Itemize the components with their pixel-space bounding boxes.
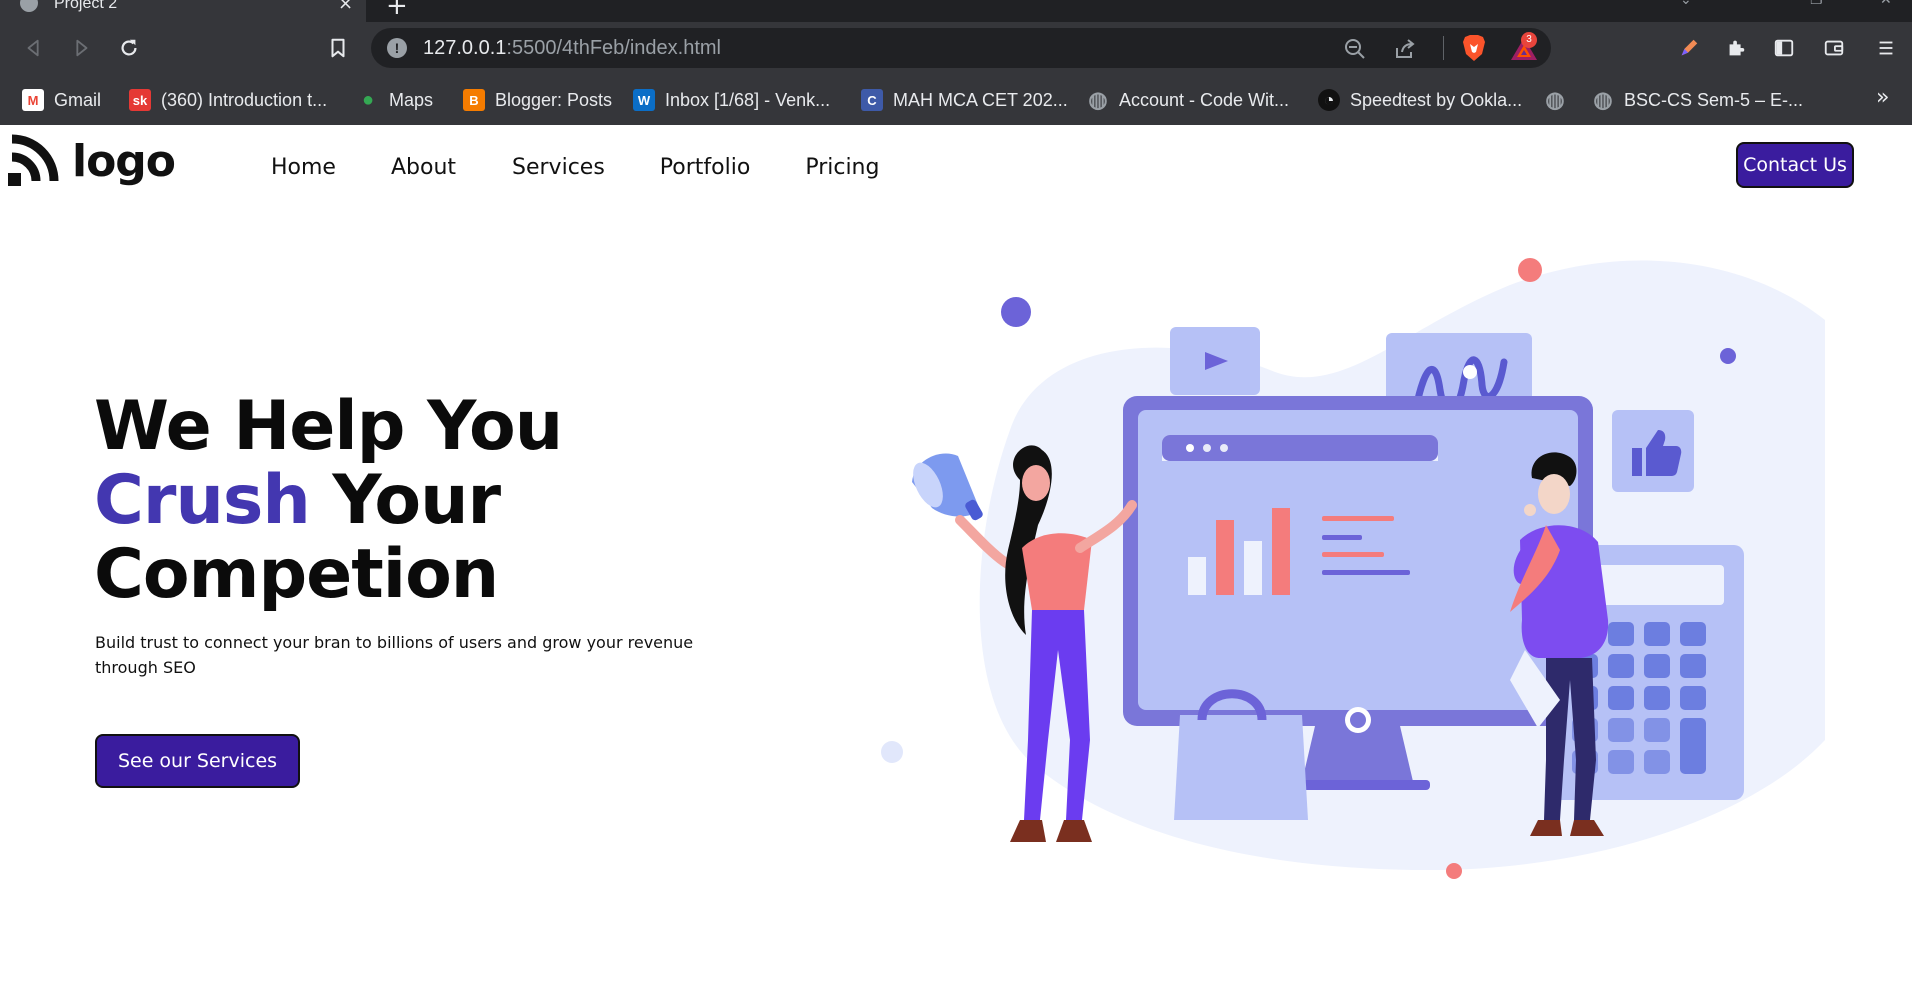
tab-close-icon[interactable]: × [338, 0, 353, 14]
nav-portfolio[interactable]: Portfolio [660, 155, 751, 180]
shopping-bag [1174, 715, 1308, 820]
nav-services[interactable]: Services [512, 155, 605, 180]
rewards-badge: 3 [1521, 32, 1537, 48]
back-icon[interactable] [20, 34, 48, 62]
hero-title-line1: We Help You [94, 387, 563, 466]
window-dot [1220, 444, 1228, 452]
reload-icon[interactable] [115, 34, 143, 62]
tab-strip: Project 2 × + ⌄ ❐ ✕ [0, 0, 1912, 22]
hero-title-line2: Your [309, 461, 501, 540]
close-window-icon[interactable]: ✕ [1880, 0, 1892, 8]
menu-icon[interactable] [1872, 34, 1900, 62]
dot-light [881, 741, 903, 763]
bar-2 [1216, 520, 1234, 595]
list-line [1322, 535, 1362, 540]
bookmarks-bar: M Gmail sk (360) Introduction t... ● Map… [0, 75, 1912, 125]
pen-icon[interactable] [1675, 34, 1703, 62]
url-host: 127.0.0.1 [423, 37, 507, 59]
url-path: :5500/4thFeb/index.html [506, 37, 722, 59]
bookmark-code-with[interactable]: ◍ Account - Code Wit... [1087, 85, 1289, 115]
hero-illustration [881, 258, 1825, 879]
blogger-icon: B [463, 89, 485, 111]
list-line [1322, 552, 1384, 557]
main-nav: Home About Services Portfolio Pricing [271, 155, 934, 180]
bookmark-label: MAH MCA CET 202... [893, 89, 1068, 110]
mail-icon: W [633, 89, 655, 111]
tab-favicon-icon [20, 0, 38, 12]
bookmark-speedtest[interactable]: ◔ Speedtest by Ookla... [1318, 85, 1522, 115]
hero-title-line3: Competion [94, 535, 499, 614]
share-icon[interactable] [1393, 37, 1417, 61]
bar-1 [1188, 557, 1206, 595]
zoom-out-icon[interactable] [1343, 37, 1367, 61]
site-logo[interactable]: logo [8, 133, 176, 189]
dot-purple-small [1720, 348, 1736, 364]
hero-title: We Help You Crush Your Competion [94, 387, 563, 614]
bookmark-icon[interactable] [324, 34, 352, 62]
logo-mark-icon [8, 134, 59, 186]
dot-coral-bottom [1446, 863, 1462, 879]
bookmark-label: Maps [389, 89, 434, 110]
wallet-icon[interactable] [1820, 34, 1848, 62]
dashboard-content [1162, 461, 1438, 631]
nav-pricing[interactable]: Pricing [805, 155, 879, 180]
bookmark-youtube[interactable]: sk (360) Introduction t... [129, 85, 327, 115]
speedtest-icon: ◔ [1318, 89, 1340, 111]
bookmark-label: Gmail [54, 89, 102, 110]
bookmark-mah-mca[interactable]: C MAH MCA CET 202... [861, 85, 1068, 115]
omnibox-divider [1443, 36, 1444, 60]
bookmark-label: Inbox [1/68] - Venk... [665, 89, 831, 110]
bookmark-inbox[interactable]: W Inbox [1/68] - Venk... [633, 85, 830, 115]
c-icon: C [861, 89, 883, 111]
dot-coral-top [1518, 258, 1542, 282]
extensions-icon[interactable] [1722, 34, 1750, 62]
bookmark-label: Speedtest by Ookla... [1350, 89, 1523, 110]
window-dot [1203, 444, 1211, 452]
globe-icon: ◍ [1545, 87, 1565, 112]
bookmark-label: BSC-CS Sem-5 – E-... [1624, 89, 1804, 110]
bookmark-globe[interactable]: ◍ [1544, 85, 1566, 115]
bar-3 [1244, 541, 1262, 595]
window-dot [1186, 444, 1194, 452]
chevron-down-icon[interactable]: ⌄ [1680, 0, 1692, 8]
bar-4 [1272, 508, 1290, 595]
nav-home[interactable]: Home [271, 155, 336, 180]
bookmark-bsc-cs[interactable]: ◍ BSC-CS Sem-5 – E-... [1592, 85, 1803, 115]
info-icon[interactable]: ! [387, 38, 407, 58]
bookmark-label: Blogger: Posts [495, 89, 613, 110]
logo-text: logo [72, 135, 176, 187]
bookmark-maps[interactable]: ● Maps [357, 85, 433, 115]
maps-icon: ● [361, 88, 375, 111]
brave-shields-icon[interactable] [1461, 34, 1487, 62]
hero-title-accent: Crush [94, 461, 311, 540]
power-button-inner [1350, 712, 1366, 728]
globe-icon: ◍ [1593, 87, 1613, 112]
globe-icon: ◍ [1088, 87, 1108, 112]
bookmark-label: (360) Introduction t... [161, 89, 328, 110]
bookmark-gmail[interactable]: M Gmail [22, 85, 101, 115]
hero-subtitle: Build trust to connect your bran to bill… [95, 633, 694, 677]
restore-window-icon[interactable]: ❐ [1810, 0, 1823, 8]
gmail-icon: M [22, 89, 44, 111]
list-line [1322, 516, 1394, 521]
bookmark-blogger[interactable]: B Blogger: Posts [463, 85, 612, 115]
dot-purple-large [1001, 297, 1031, 327]
address-bar[interactable]: ! 127.0.0.1:5500/4thFeb/index.html 3 [371, 28, 1551, 68]
youtube-icon: sk [129, 89, 151, 111]
tab-title: Project 2 [54, 0, 118, 12]
web-page: logo Home About Services Portfolio Prici… [0, 125, 1912, 982]
url-text: 127.0.0.1:5500/4thFeb/index.html [423, 37, 721, 60]
bookmarks-overflow-icon[interactable]: » [1876, 85, 1889, 110]
bookmark-label: Account - Code Wit... [1119, 89, 1290, 110]
see-services-button[interactable]: See our Services [95, 734, 300, 788]
new-tab-button[interactable]: + [386, 0, 408, 21]
forward-icon[interactable] [67, 34, 95, 62]
browser-toolbar: ! 127.0.0.1:5500/4thFeb/index.html 3 [0, 22, 1912, 75]
sidebar-icon[interactable] [1770, 34, 1798, 62]
list-line [1322, 570, 1410, 575]
nav-about[interactable]: About [391, 155, 456, 180]
tab-project[interactable]: Project 2 × [0, 0, 366, 22]
wave-dot [1463, 365, 1477, 379]
